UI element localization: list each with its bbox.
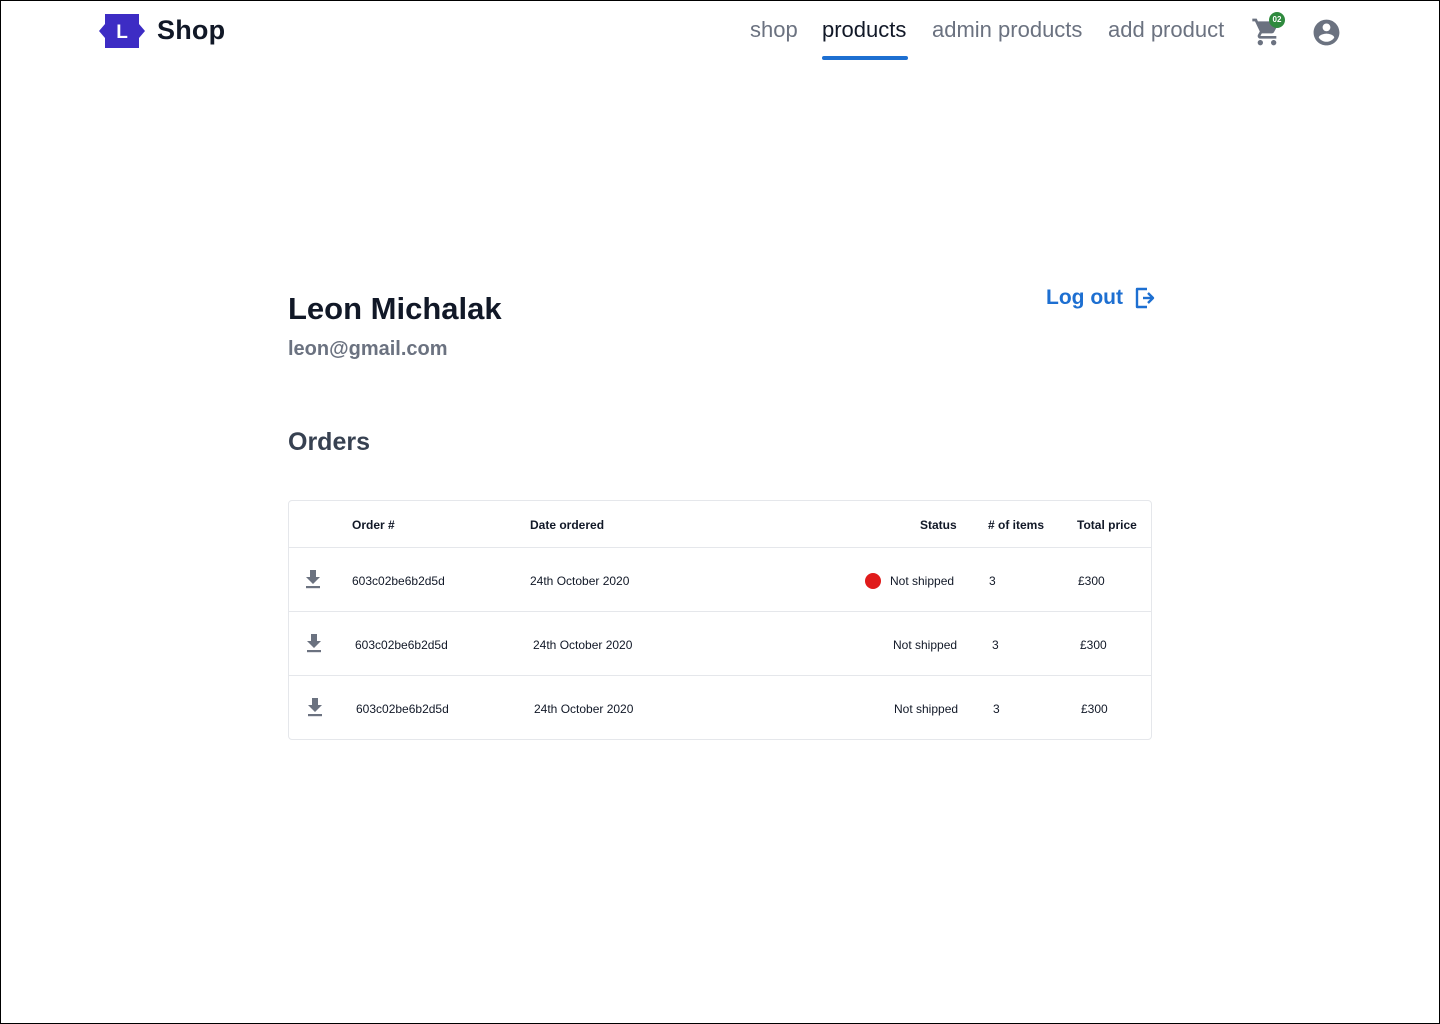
order-date: 24th October 2020 — [533, 638, 633, 652]
order-id: 603c02be6b2d5d — [356, 702, 449, 716]
nav-link-shop[interactable]: shop — [750, 17, 798, 43]
table-row[interactable]: 603c02be6b2d5d 24th October 2020 Not shi… — [289, 547, 1151, 611]
nav-link-add-product[interactable]: add product — [1108, 17, 1224, 43]
table-row[interactable]: 603c02be6b2d5d 24th October 2020 Not shi… — [289, 611, 1151, 675]
order-item-count: 3 — [989, 574, 996, 588]
column-header-items[interactable]: # of items — [988, 518, 1044, 532]
bookmark-logo-icon[interactable]: L — [99, 14, 145, 48]
logout-icon — [1135, 287, 1155, 309]
orders-heading: Orders — [288, 428, 370, 456]
order-id: 603c02be6b2d5d — [355, 638, 448, 652]
order-total: £300 — [1080, 638, 1107, 652]
order-status: Not shipped — [893, 638, 958, 652]
order-date: 24th October 2020 — [534, 702, 634, 716]
order-id: 603c02be6b2d5d — [352, 574, 445, 588]
orders-table: Order # Date ordered Status # of items T… — [288, 500, 1152, 740]
active-nav-indicator — [822, 56, 908, 60]
column-header-date[interactable]: Date ordered — [530, 518, 604, 532]
account-circle-icon[interactable] — [1311, 17, 1342, 48]
order-status: Not shipped — [894, 702, 959, 716]
download-icon[interactable] — [307, 698, 323, 717]
brand-name[interactable]: Shop — [157, 15, 225, 46]
user-name: Leon Michalak — [288, 291, 502, 326]
order-item-count: 3 — [993, 702, 1000, 716]
column-header-status[interactable]: Status — [920, 518, 957, 532]
order-total: £300 — [1081, 702, 1108, 716]
top-navbar: L Shop shop products admin products add … — [1, 1, 1440, 63]
order-item-count: 3 — [992, 638, 999, 652]
order-total: £300 — [1078, 574, 1105, 588]
table-row[interactable]: 603c02be6b2d5d 24th October 2020 Not shi… — [289, 675, 1151, 739]
column-header-total[interactable]: Total price — [1077, 518, 1137, 532]
order-status: Not shipped — [890, 574, 955, 588]
logo-letter: L — [116, 22, 128, 43]
order-date: 24th October 2020 — [530, 574, 630, 588]
status-indicator-dot — [865, 573, 881, 589]
nav-link-admin-products[interactable]: admin products — [932, 17, 1082, 43]
logout-button[interactable]: Log out — [1046, 285, 1155, 311]
user-email: leon@gmail.com — [288, 338, 448, 360]
logout-label: Log out — [1046, 286, 1123, 309]
column-header-order[interactable]: Order # — [352, 518, 395, 532]
download-icon[interactable] — [306, 634, 322, 653]
nav-link-products[interactable]: products — [822, 17, 906, 43]
cart-count-badge: 02 — [1269, 12, 1285, 28]
download-icon[interactable] — [305, 570, 321, 589]
